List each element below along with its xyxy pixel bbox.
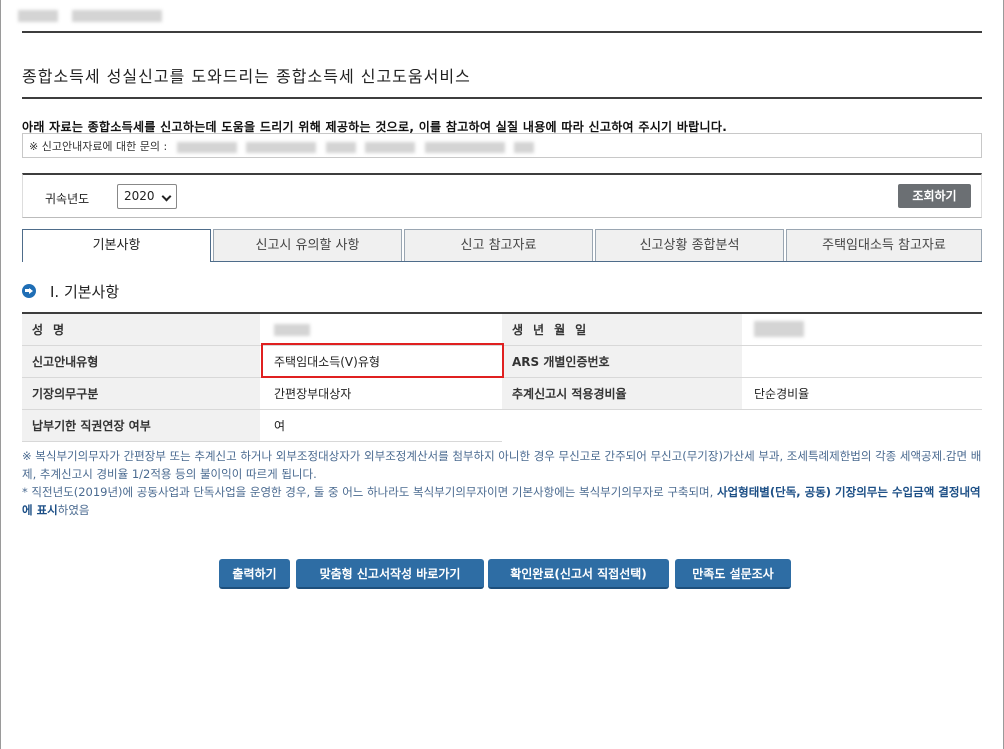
divider <box>22 31 982 33</box>
ars-label: ARS 개별인증번호 <box>502 345 742 378</box>
expense-rate-value: 단순경비율 <box>742 377 982 410</box>
confirm-button[interactable]: 확인완료(신고서 직접선택) <box>488 559 669 589</box>
table-row: 기장의무구분 간편장부대상자 추계신고시 적용경비율 단순경비율 <box>22 377 982 410</box>
tab-rental-income[interactable]: 주택임대소득 참고자료 <box>786 229 982 262</box>
birth-value <box>742 313 982 346</box>
filter-panel: 귀속년도 2020 조회하기 <box>22 173 982 218</box>
expense-rate-label: 추계신고시 적용경비율 <box>502 377 742 410</box>
bookkeeping-label: 기장의무구분 <box>22 377 260 410</box>
chevron-down-icon <box>161 191 172 202</box>
survey-button[interactable]: 만족도 설문조사 <box>675 559 791 589</box>
redacted-block <box>246 141 317 153</box>
redacted-block <box>365 141 416 153</box>
year-select[interactable]: 2020 <box>117 184 177 209</box>
redacted-block <box>514 141 535 153</box>
table-row: 납부기한 직권연장 여부 여 <box>22 409 982 442</box>
divider <box>22 97 982 99</box>
redacted-block <box>71 9 162 22</box>
name-value <box>260 313 502 346</box>
search-button[interactable]: 조회하기 <box>898 184 971 208</box>
empty-cell <box>742 409 982 441</box>
page-title: 종합소득세 성실신고를 도와드리는 종합소득세 신고도움서비스 <box>22 67 471 86</box>
contact-label: ※ 신고안내자료에 대한 문의 : <box>29 140 168 153</box>
ars-value <box>742 345 982 378</box>
redacted-block <box>424 141 505 153</box>
contact-info-box: ※ 신고안내자료에 대한 문의 : <box>22 133 982 158</box>
bookkeeping-value: 간편장부대상자 <box>260 377 502 410</box>
note-line: * 직전년도(2019년)에 공동사업과 단독사업을 운영한 경우, 둘 중 어… <box>22 485 981 517</box>
action-buttons: 출력하기 맞춤형 신고서작성 바로가기 확인완료(신고서 직접선택) 만족도 설… <box>0 559 1004 589</box>
tab-reference-data[interactable]: 신고 참고자료 <box>404 229 593 262</box>
table-row: 성명 생년월일 <box>22 313 982 346</box>
extension-label: 납부기한 직권연장 여부 <box>22 409 260 442</box>
tab-precautions[interactable]: 신고시 유의할 사항 <box>213 229 402 262</box>
name-label: 성명 <box>22 313 260 346</box>
empty-cell <box>502 409 742 441</box>
section-title: Ⅰ. 기본사항 <box>50 283 120 301</box>
redacted-block <box>274 323 310 336</box>
note-line: ※ 복식부기의무자가 간편장부 또는 추계신고 하거나 외부조정대상자가 외부조… <box>22 449 982 481</box>
birth-label: 생년월일 <box>502 313 742 346</box>
highlight-box <box>261 343 504 378</box>
year-label: 귀속년도 <box>45 192 90 206</box>
notes: ※ 복식부기의무자가 간편장부 또는 추계신고 하거나 외부조정대상자가 외부조… <box>22 447 984 519</box>
year-value: 2020 <box>124 189 155 203</box>
redacted-block <box>325 141 356 153</box>
redacted-block <box>754 321 804 338</box>
extension-value: 여 <box>260 409 502 442</box>
arrow-right-circle-icon <box>22 284 36 298</box>
redacted-header <box>18 8 172 26</box>
tab-analysis[interactable]: 신고상황 종합분석 <box>595 229 784 262</box>
redacted-block <box>176 141 237 153</box>
tab-basic-info[interactable]: 기본사항 <box>22 229 211 262</box>
guide-type-label: 신고안내유형 <box>22 345 260 378</box>
redacted-block <box>18 9 58 22</box>
tab-underline-gap <box>23 261 210 262</box>
print-button[interactable]: 출력하기 <box>219 559 290 589</box>
custom-form-button[interactable]: 맞춤형 신고서작성 바로가기 <box>296 559 484 589</box>
tab-bar: 기본사항 신고시 유의할 사항 신고 참고자료 신고상황 종합분석 주택임대소득… <box>22 229 982 262</box>
